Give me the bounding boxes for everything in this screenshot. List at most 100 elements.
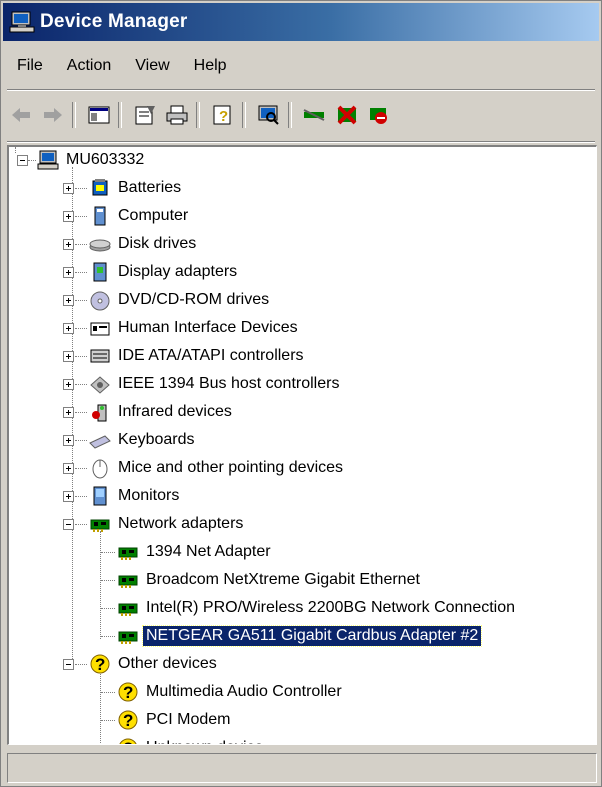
tree-connector	[75, 496, 87, 497]
toolbar-separator	[288, 102, 292, 128]
forward-button[interactable]	[39, 101, 67, 129]
tree-root[interactable]: MU603332	[37, 147, 147, 173]
uninstall-button[interactable]	[333, 101, 361, 129]
category-label: Network adapters	[118, 515, 244, 532]
ide-icon	[90, 349, 110, 363]
print-button[interactable]	[163, 101, 191, 129]
unknown-device-icon: ?	[118, 710, 138, 730]
mouse-icon	[92, 459, 108, 479]
tree-connector	[101, 552, 115, 553]
tree-connector	[75, 664, 87, 665]
toolbar: ?	[3, 95, 599, 135]
tree-category[interactable]: Network adapters	[89, 511, 246, 537]
category-toggle[interactable]	[63, 323, 74, 334]
category-toggle[interactable]	[63, 295, 74, 306]
category-toggle[interactable]	[63, 267, 74, 278]
show-hide-tree-button[interactable]	[85, 101, 113, 129]
tree-category[interactable]: Computer	[89, 203, 191, 229]
tree-category[interactable]: DVD/CD-ROM drives	[89, 287, 272, 313]
tree-connector	[75, 356, 87, 357]
device-label: PCI Modem	[146, 711, 231, 728]
tree-category[interactable]: Keyboards	[89, 427, 198, 453]
network-adapter-icon	[118, 547, 138, 560]
network-adapter-icon	[90, 519, 110, 532]
unknown-device-icon: ?	[118, 682, 138, 702]
tree-category[interactable]: Batteries	[89, 175, 184, 201]
category-toggle[interactable]	[63, 435, 74, 446]
category-toggle[interactable]	[63, 379, 74, 390]
category-toggle[interactable]	[63, 351, 74, 362]
back-button[interactable]	[7, 101, 35, 129]
keyboard-icon	[89, 435, 111, 449]
tree-category[interactable]: Human Interface Devices	[89, 315, 301, 341]
toolbar-separator	[242, 102, 246, 128]
category-toggle[interactable]	[63, 211, 74, 222]
tree-device[interactable]: Broadcom NetXtreme Gigabit Ethernet	[117, 567, 423, 593]
tree-connector	[75, 216, 87, 217]
display-adapter-icon	[93, 262, 107, 282]
toolbar-bottom-separator	[7, 141, 595, 143]
menu-separator	[7, 89, 595, 91]
category-label: Human Interface Devices	[118, 319, 298, 336]
tree-connector	[100, 671, 101, 744]
tree-category[interactable]: ? Other devices	[89, 651, 220, 677]
root-collapse-toggle[interactable]	[17, 155, 28, 166]
firewire-icon	[90, 376, 110, 394]
infrared-icon	[92, 404, 107, 422]
device-tree[interactable]: MU603332 Batteries Computer Disk drives Dis…	[7, 145, 597, 745]
tree-category[interactable]: Disk drives	[89, 231, 199, 257]
menu-view[interactable]: View	[135, 57, 169, 75]
tree-connector	[101, 608, 115, 609]
title-bar[interactable]: Device Manager	[3, 3, 599, 41]
category-toggle[interactable]	[63, 659, 74, 670]
menu-file[interactable]: File	[17, 57, 43, 75]
tree-connector	[75, 440, 87, 441]
tree-category[interactable]: Infrared devices	[89, 399, 235, 425]
tree-device[interactable]: Intel(R) PRO/Wireless 2200BG Network Con…	[117, 595, 518, 621]
category-toggle[interactable]	[63, 491, 74, 502]
category-label: Keyboards	[118, 431, 195, 448]
print-icon	[166, 105, 188, 125]
category-label: Computer	[118, 207, 189, 224]
category-label: IDE ATA/ATAPI controllers	[118, 347, 304, 364]
update-driver-button[interactable]	[301, 101, 329, 129]
category-toggle[interactable]	[63, 519, 74, 530]
back-icon	[12, 108, 30, 122]
tree-category[interactable]: Monitors	[89, 483, 182, 509]
toolbar-separator	[196, 102, 200, 128]
tree-connector	[75, 188, 87, 189]
battery-icon	[92, 179, 108, 196]
uninstall-icon	[337, 105, 357, 125]
tree-device[interactable]: ? Multimedia Audio Controller	[117, 679, 345, 705]
device-label: Broadcom NetXtreme Gigabit Ethernet	[146, 571, 420, 588]
menu-action[interactable]: Action	[67, 57, 111, 75]
tree-category[interactable]: Mice and other pointing devices	[89, 455, 346, 481]
device-label: NETGEAR GA511 Gigabit Cardbus Adapter #2	[141, 625, 483, 647]
help-button[interactable]: ?	[209, 101, 237, 129]
category-label: DVD/CD-ROM drives	[118, 291, 270, 308]
toolbar-separator	[72, 102, 76, 128]
tree-category[interactable]: IDE ATA/ATAPI controllers	[89, 343, 307, 369]
category-label: Disk drives	[118, 235, 197, 252]
disable-button[interactable]	[365, 101, 393, 129]
menu-help[interactable]: Help	[194, 57, 227, 75]
properties-button[interactable]	[131, 101, 159, 129]
category-toggle[interactable]	[63, 183, 74, 194]
category-toggle[interactable]	[63, 239, 74, 250]
tree-device[interactable]: ? PCI Modem	[117, 707, 233, 733]
category-toggle[interactable]	[63, 407, 74, 418]
category-toggle[interactable]	[63, 463, 74, 474]
tree-device[interactable]: 1394 Net Adapter	[117, 539, 274, 565]
category-label: Monitors	[118, 487, 180, 504]
scan-hardware-button[interactable]	[255, 101, 283, 129]
tree-device[interactable]: ? Unknown device	[117, 735, 266, 744]
help-icon: ?	[213, 105, 231, 125]
forward-icon	[44, 108, 62, 122]
tree-connector	[101, 636, 115, 637]
root-label: MU603332	[66, 151, 145, 168]
unknown-device-icon: ?	[90, 654, 110, 674]
tree-device[interactable]: NETGEAR GA511 Gigabit Cardbus Adapter #2	[117, 623, 483, 649]
tree-category[interactable]: IEEE 1394 Bus host controllers	[89, 371, 342, 397]
tree-category[interactable]: Display adapters	[89, 259, 240, 285]
tree-connector	[100, 531, 101, 639]
